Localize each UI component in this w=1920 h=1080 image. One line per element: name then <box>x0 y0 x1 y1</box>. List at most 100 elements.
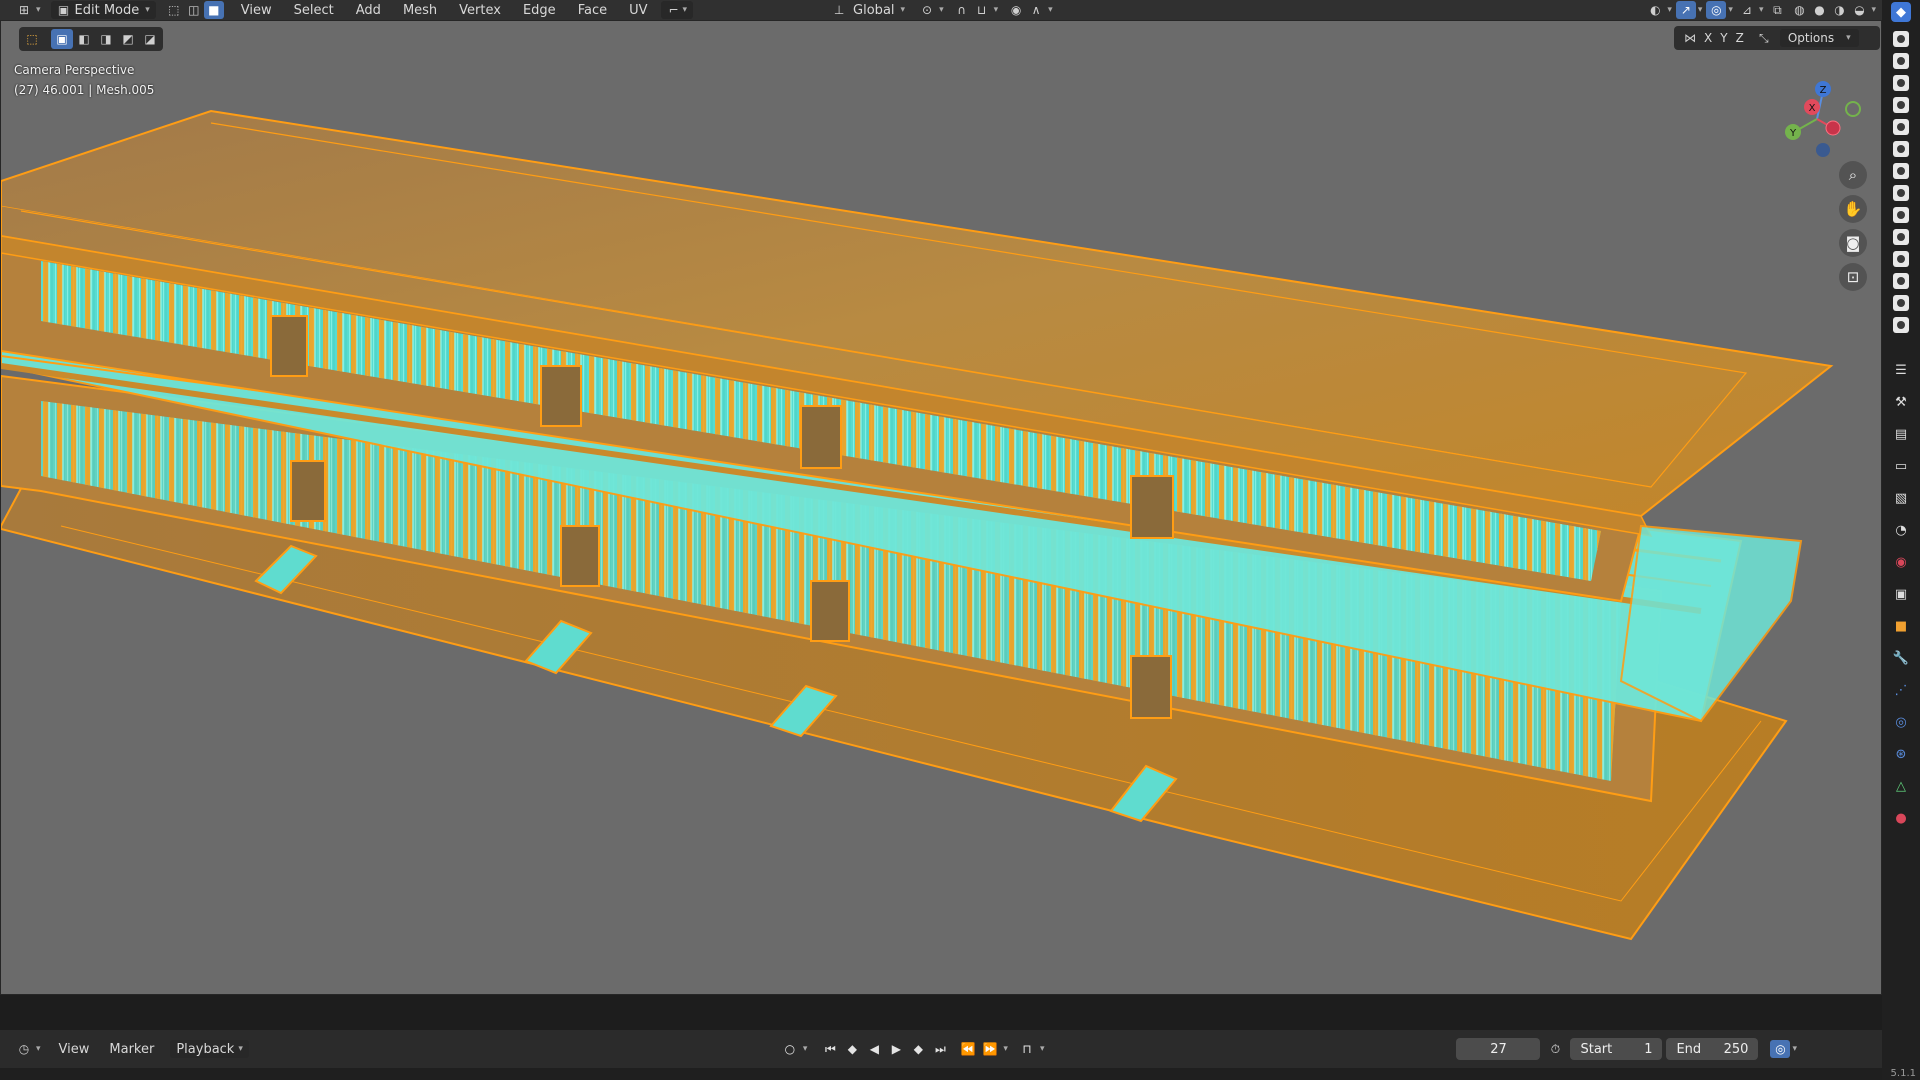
mirror-y[interactable]: Y <box>1716 31 1731 45</box>
navigation-gizmo[interactable]: Z X Y <box>1771 69 1871 169</box>
pivot-point-icon[interactable]: ⊙ <box>917 1 937 19</box>
mesh-overlay-icon[interactable]: ⊿ <box>1737 1 1757 19</box>
render-toggle-icon[interactable] <box>1893 185 1909 201</box>
mode-select[interactable]: ▣ Edit Mode ▾ <box>50 1 156 19</box>
jump-end-icon[interactable]: ⏭ <box>929 1038 951 1060</box>
snap-target-icon[interactable]: ⊔ <box>972 1 992 19</box>
menu-mesh[interactable]: Mesh <box>392 0 448 20</box>
gizmo-neg-z-handle[interactable] <box>1816 143 1830 157</box>
editor-switch-icon[interactable]: ☰ <box>1891 360 1911 380</box>
menu-select[interactable]: Select <box>283 0 345 20</box>
solid-shading-icon[interactable]: ● <box>1809 1 1829 19</box>
chevron-down-icon[interactable]: ▾ <box>1698 5 1703 15</box>
chevron-down-icon[interactable]: ▾ <box>1048 5 1053 15</box>
physics-icon[interactable]: ◎ <box>1891 712 1911 732</box>
options-dropdown[interactable]: Options ▾ <box>1779 29 1859 47</box>
world-icon[interactable]: ◉ <box>1891 552 1911 572</box>
chevron-down-icon[interactable]: ▾ <box>36 5 41 15</box>
gizmo-toggle-icon[interactable]: ↗ <box>1675 1 1696 19</box>
gizmo-neg-x-handle[interactable] <box>1825 120 1841 136</box>
play-icon[interactable]: ▶ <box>885 1038 907 1060</box>
chevron-down-icon[interactable]: ▾ <box>803 1044 808 1054</box>
menu-edge[interactable]: Edge <box>512 0 567 20</box>
chevron-down-icon[interactable]: ▾ <box>1759 5 1764 15</box>
gizmo-neg-y-handle[interactable] <box>1845 101 1861 117</box>
chevron-down-icon[interactable]: ▾ <box>36 1044 41 1054</box>
overlay-toggle-icon[interactable]: ◎ <box>1706 1 1727 19</box>
material-icon[interactable]: ● <box>1891 808 1911 828</box>
menu-vertex[interactable]: Vertex <box>448 0 512 20</box>
object-icon[interactable]: ■ <box>1891 616 1911 636</box>
auto-keying-icon[interactable]: ⊓ <box>1016 1038 1038 1060</box>
render-toggle-icon[interactable] <box>1893 75 1909 91</box>
render-toggle-icon[interactable] <box>1893 53 1909 69</box>
3d-viewport[interactable]: ⬚ ▣ ◧ ◨ ◩ ◪ Camera Perspective (27) 46.0… <box>0 20 1882 995</box>
chevron-down-icon[interactable]: ▾ <box>994 5 999 15</box>
hand-pan-icon[interactable]: ✋ <box>1839 195 1867 223</box>
output-icon[interactable]: ▭ <box>1891 456 1911 476</box>
select-box-dropdown[interactable]: ⌐ ▾ <box>660 1 694 19</box>
mirror-z[interactable]: Z <box>1732 31 1748 45</box>
jump-start-icon[interactable]: ⏮ <box>819 1038 841 1060</box>
timeline-editor-icon[interactable]: ◷ <box>14 1040 34 1058</box>
transform-orientation[interactable]: ⊥ Global ▾ <box>829 1 905 19</box>
mirror-icon[interactable]: ⋈ <box>1680 29 1700 47</box>
next-keyframe-icon[interactable]: ◆ <box>907 1038 929 1060</box>
data-icon[interactable]: △ <box>1891 776 1911 796</box>
visibility-icon[interactable]: ◐ <box>1645 1 1665 19</box>
timeline-menu-marker[interactable]: Marker <box>99 1039 164 1059</box>
collection-icon[interactable]: ▣ <box>1891 584 1911 604</box>
snap-icon[interactable]: ∩ <box>952 1 972 19</box>
tool-icon[interactable]: ⚒ <box>1891 392 1911 412</box>
face-select-icon[interactable]: ■ <box>203 1 224 19</box>
modifier-icon[interactable]: 🔧 <box>1891 648 1911 668</box>
scene-icon[interactable]: ◔ <box>1891 520 1911 540</box>
prev-frame-icon[interactable]: ⏪ <box>957 1038 979 1060</box>
edge-select-icon[interactable]: ◫ <box>184 1 204 19</box>
vertex-select-icon[interactable]: ⬚ <box>164 1 184 19</box>
render-toggle-icon[interactable] <box>1893 295 1909 311</box>
render-toggle-icon[interactable] <box>1893 317 1909 333</box>
play-reverse-icon[interactable]: ◀ <box>863 1038 885 1060</box>
select-tool-icon[interactable]: ⬚ <box>21 29 43 49</box>
select-invert-icon[interactable]: ◩ <box>117 29 139 49</box>
render-toggle-icon[interactable] <box>1893 251 1909 267</box>
wireframe-shading-icon[interactable]: ◍ <box>1789 1 1809 19</box>
render-toggle-icon[interactable] <box>1893 163 1909 179</box>
chevron-down-icon[interactable]: ▾ <box>1003 1044 1008 1054</box>
select-subtract-icon[interactable]: ◨ <box>95 29 117 49</box>
particles-icon[interactable]: ⋰ <box>1891 680 1911 700</box>
xray-icon[interactable]: ⧉ <box>1767 1 1787 19</box>
select-extend-icon[interactable]: ◧ <box>73 29 95 49</box>
chevron-down-icon[interactable]: ▾ <box>1871 5 1876 15</box>
clock-icon[interactable]: ⏱ <box>1544 1038 1566 1060</box>
render-toggle-icon[interactable] <box>1893 97 1909 113</box>
select-new-icon[interactable]: ▣ <box>51 29 73 49</box>
menu-uv[interactable]: UV <box>618 0 658 20</box>
menu-face[interactable]: Face <box>567 0 618 20</box>
view-layer-icon[interactable]: ▧ <box>1891 488 1911 508</box>
lock-icon[interactable]: ⊡ <box>1839 263 1867 291</box>
menu-view[interactable]: View <box>230 0 283 20</box>
current-frame-field[interactable]: 27 <box>1456 1038 1541 1060</box>
chevron-down-icon[interactable]: ▾ <box>939 5 944 15</box>
render-toggle-icon[interactable] <box>1893 207 1909 223</box>
end-frame-field[interactable]: End 250 <box>1666 1038 1759 1060</box>
render-toggle-icon[interactable] <box>1893 119 1909 135</box>
timeline-menu-playback[interactable]: Playback ▾ <box>170 1040 249 1058</box>
camera-icon[interactable]: ◙ <box>1839 229 1867 257</box>
proportional-edit-icon[interactable]: ◉ <box>1006 1 1026 19</box>
render-toggle-icon[interactable] <box>1893 31 1909 47</box>
render-icon[interactable]: ▤ <box>1891 424 1911 444</box>
chevron-down-icon[interactable]: ▾ <box>1667 5 1672 15</box>
render-toggle-icon[interactable] <box>1893 229 1909 245</box>
chevron-down-icon[interactable]: ▾ <box>1728 5 1733 15</box>
record-icon[interactable]: ○ <box>779 1038 801 1060</box>
auto-merge-icon[interactable]: ⤡ <box>1754 29 1774 47</box>
editor-type-icon[interactable]: ⊞ <box>14 1 34 19</box>
chevron-down-icon[interactable]: ▾ <box>1040 1044 1045 1054</box>
material-shading-icon[interactable]: ◑ <box>1829 1 1849 19</box>
prev-keyframe-icon[interactable]: ◆ <box>841 1038 863 1060</box>
menu-add[interactable]: Add <box>345 0 392 20</box>
overlay-timeline-icon[interactable]: ◎ <box>1770 1040 1791 1058</box>
